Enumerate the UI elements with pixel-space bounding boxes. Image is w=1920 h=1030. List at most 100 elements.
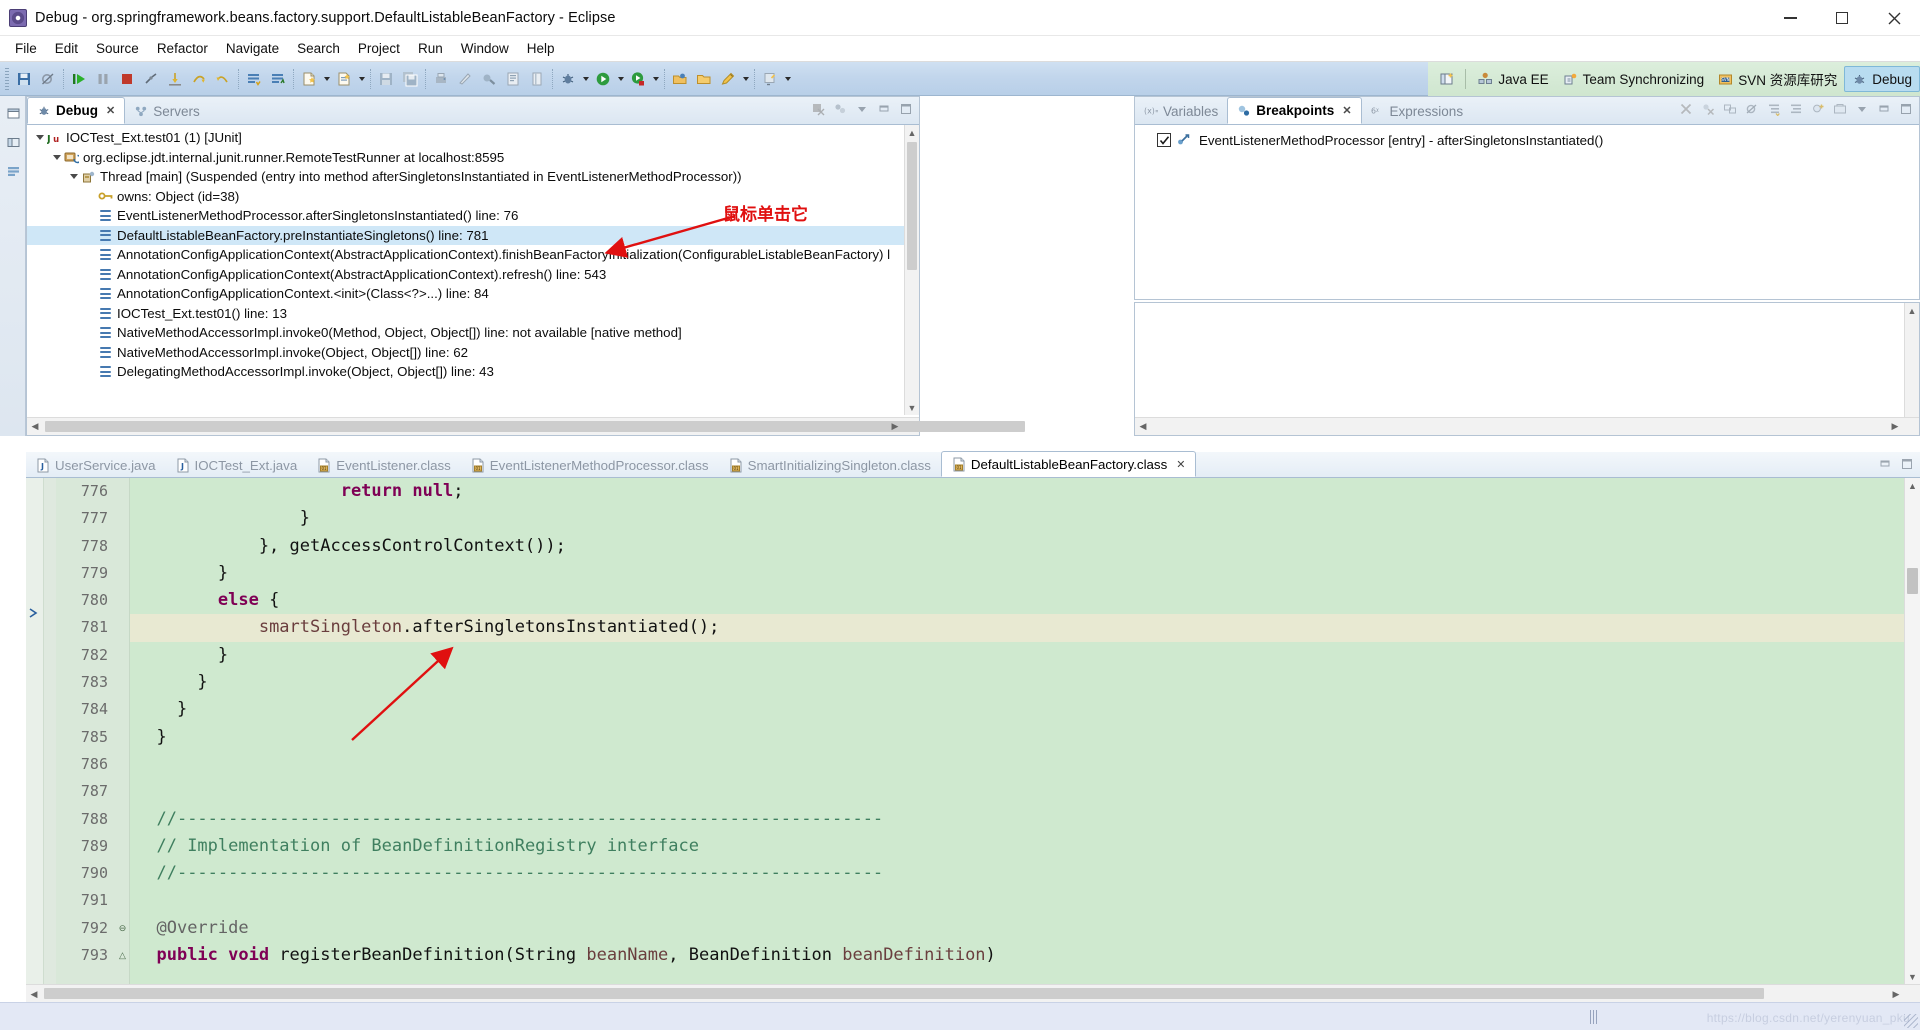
run-coverage-dropdown-arrow[interactable] xyxy=(650,68,661,90)
debug-tree-row[interactable]: NativeMethodAccessorImpl.invoke0(Method,… xyxy=(27,323,919,343)
vscroll-thumb[interactable] xyxy=(1907,568,1918,594)
debug-tree-row-selected[interactable]: DefaultListableBeanFactory.preInstantiat… xyxy=(27,225,919,245)
new-java-project-icon[interactable] xyxy=(243,68,265,90)
new-wizard-dropdown-arrow[interactable] xyxy=(321,68,332,90)
code-line[interactable]: public void registerBeanDefinition(Strin… xyxy=(130,942,1904,969)
terminate-icon[interactable] xyxy=(116,68,138,90)
new-class-icon[interactable] xyxy=(267,68,289,90)
menu-navigate[interactable]: Navigate xyxy=(217,38,288,59)
perspective-team-synchronizing[interactable]: Team Synchronizing xyxy=(1556,66,1712,92)
run-coverage-icon[interactable] xyxy=(627,68,649,90)
editor-tab-defaultlistablebeanfactory-class[interactable]: 01 DefaultListableBeanFactory.class ✕ xyxy=(940,451,1197,477)
scroll-right-arrow[interactable]: ▶ xyxy=(1887,418,1903,436)
toggle-mark-occurrences-icon[interactable] xyxy=(454,68,476,90)
debug-icon[interactable] xyxy=(557,68,579,90)
debug-tree-row[interactable]: AnnotationConfigApplicationContext(Abstr… xyxy=(27,265,919,285)
minimize-button[interactable] xyxy=(1764,0,1816,36)
debug-tree-row[interactable]: IOCTest_Ext.test01() line: 13 xyxy=(27,304,919,324)
next-annotation-icon[interactable] xyxy=(759,68,781,90)
debug-tree-row[interactable]: Ju IOCTest_Ext.test01 (1) [JUnit] xyxy=(27,128,919,148)
code-line[interactable]: //--------------------------------------… xyxy=(130,806,1904,833)
save-file-icon[interactable] xyxy=(375,68,397,90)
expand-all-icon[interactable] xyxy=(1765,100,1783,118)
scroll-down-arrow[interactable]: ▼ xyxy=(1905,969,1920,984)
menu-project[interactable]: Project xyxy=(349,38,409,59)
breakpoint-checkbox[interactable] xyxy=(1157,133,1171,147)
scroll-up-arrow[interactable]: ▲ xyxy=(1905,478,1920,493)
editor-marker-bar[interactable] xyxy=(26,478,44,984)
code-editor[interactable]: 776 777 778 779 780 781 782 783 784 785 786 787 788 7… xyxy=(26,478,1920,1002)
menu-search[interactable]: Search xyxy=(288,38,349,59)
run-icon[interactable] xyxy=(592,68,614,90)
collapse-all-icon[interactable] xyxy=(1787,100,1805,118)
perspective-svn[interactable]: SVN SVN 资源库研究 xyxy=(1711,66,1844,92)
code-line[interactable]: else { xyxy=(130,587,1904,614)
chevron-down-icon[interactable] xyxy=(50,151,63,164)
terminate-all-icon[interactable] xyxy=(809,100,827,118)
next-annotation-dropdown-arrow[interactable] xyxy=(782,68,793,90)
editor-tab-userservice-java[interactable]: J UserService.java xyxy=(26,453,166,477)
editor-tab-eventlistener-class[interactable]: 01 EventListener.class xyxy=(307,453,461,477)
step-return-icon[interactable] xyxy=(212,68,234,90)
code-line[interactable]: } xyxy=(130,560,1904,587)
close-icon[interactable]: ✕ xyxy=(1176,458,1185,471)
tab-expressions[interactable]: 6ᵡ Expressions xyxy=(1362,98,1473,124)
scroll-up-arrow[interactable]: ▲ xyxy=(1905,303,1919,318)
code-line[interactable]: //--------------------------------------… xyxy=(130,860,1904,887)
code-line[interactable]: } xyxy=(130,642,1904,669)
skip-all-breakpoints-icon[interactable] xyxy=(1743,100,1761,118)
debug-stack-tree[interactable]: Ju IOCTest_Ext.test01 (1) [JUnit] org.ecli… xyxy=(27,125,919,415)
minimize-icon[interactable] xyxy=(1875,100,1893,118)
build-icon[interactable] xyxy=(478,68,500,90)
editor-folding-margin[interactable]: ⊖ △ xyxy=(116,478,130,984)
editor-tab-eventlistenermethodprocessor-class[interactable]: 01 EventListenerMethodProcessor.class xyxy=(461,453,719,477)
fold-toggle-icon[interactable]: ⊖ xyxy=(116,915,129,942)
scroll-left-arrow[interactable]: ◀ xyxy=(27,418,43,436)
code-line[interactable]: } xyxy=(130,505,1904,532)
edit-icon[interactable] xyxy=(717,68,739,90)
perspective-java-ee[interactable]: Java EE xyxy=(1471,66,1555,92)
minimize-icon[interactable] xyxy=(1876,455,1894,473)
tab-breakpoints[interactable]: Breakpoints ✕ xyxy=(1227,97,1362,124)
code-line[interactable]: } xyxy=(130,696,1904,723)
breakpoints-list[interactable]: EventListenerMethodProcessor [entry] - a… xyxy=(1135,125,1919,299)
resize-grip[interactable] xyxy=(1904,1014,1918,1028)
hscroll-thumb[interactable] xyxy=(45,421,1025,432)
menu-edit[interactable]: Edit xyxy=(46,38,87,59)
chevron-down-icon[interactable] xyxy=(67,170,80,183)
save-icon[interactable] xyxy=(13,68,35,90)
open-perspective-icon[interactable] xyxy=(1434,67,1460,91)
menu-refactor[interactable]: Refactor xyxy=(148,38,217,59)
code-line[interactable]: @Override xyxy=(130,915,1904,942)
view-menu-icon[interactable] xyxy=(1853,100,1871,118)
save-all-icon[interactable] xyxy=(399,68,421,90)
code-line[interactable] xyxy=(130,778,1904,805)
scroll-right-arrow[interactable]: ▶ xyxy=(1888,985,1904,1003)
chevron-down-icon[interactable] xyxy=(33,131,46,144)
link-icon[interactable] xyxy=(1721,100,1739,118)
scroll-left-arrow[interactable]: ◀ xyxy=(26,985,42,1003)
new-wizard-icon[interactable] xyxy=(298,68,320,90)
debug-tree-row[interactable]: org.eclipse.jdt.internal.junit.runner.Re… xyxy=(27,148,919,168)
toolbar-grip[interactable] xyxy=(5,67,9,90)
tab-variables[interactable]: (x)= Variables xyxy=(1135,98,1227,124)
skip-breakpoints-icon[interactable] xyxy=(37,68,59,90)
secondary-panel-hscrollbar[interactable]: ◀ ▶ xyxy=(1135,417,1919,435)
menu-help[interactable]: Help xyxy=(518,38,564,59)
editor-hscrollbar[interactable]: ◀ ▶ xyxy=(26,984,1920,1002)
maximize-button[interactable] xyxy=(1816,0,1868,36)
debug-tree-row[interactable]: AnnotationConfigApplicationContext(Abstr… xyxy=(27,245,919,265)
tab-debug[interactable]: Debug ✕ xyxy=(27,97,126,124)
outline-icon[interactable] xyxy=(1,159,25,183)
open-external-icon[interactable] xyxy=(669,68,691,90)
scroll-down-arrow[interactable]: ▼ xyxy=(905,400,919,415)
tab-servers[interactable]: Servers xyxy=(125,98,209,124)
code-line[interactable] xyxy=(130,751,1904,778)
menu-run[interactable]: Run xyxy=(409,38,452,59)
resume-icon[interactable] xyxy=(68,68,90,90)
open-folder-icon[interactable] xyxy=(693,68,715,90)
editor-vscrollbar[interactable]: ▲ ▼ xyxy=(1904,478,1920,984)
menu-source[interactable]: Source xyxy=(87,38,148,59)
new-folder-icon[interactable] xyxy=(333,68,355,90)
remove-all-breakpoints-icon[interactable] xyxy=(1699,100,1717,118)
